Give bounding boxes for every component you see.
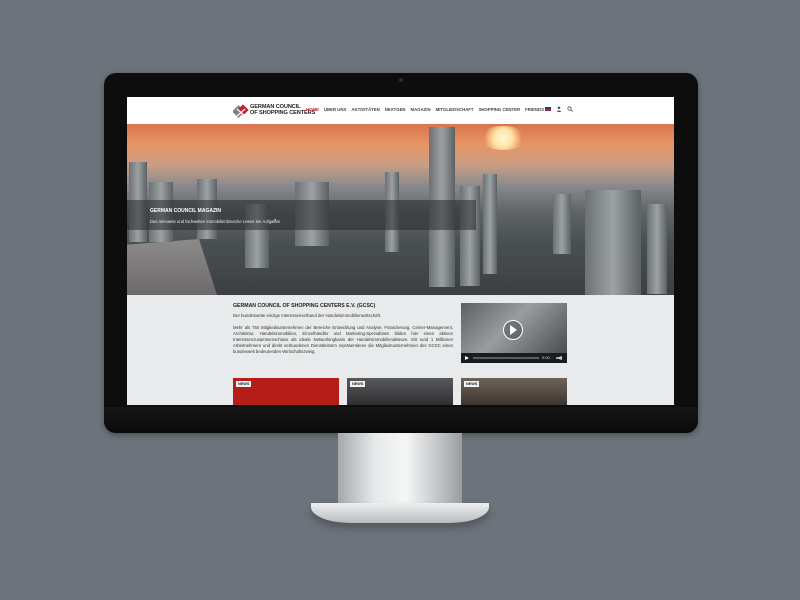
sunset-glow [479,126,527,150]
news-badge: NEWS [350,381,366,387]
river-shape [127,239,217,295]
logo-mark-icon [233,104,249,118]
site-header: GERMAN COUNCIL OF SHOPPING CENTERS HOME … [127,97,674,124]
nav-item-ueber-uns[interactable]: ÜBER UNS [324,107,346,112]
news-badge: NEWS [236,381,252,387]
monitor-stand-base [311,503,489,523]
nav-item-nextgen[interactable]: NEXTGEN [385,107,406,112]
utility-nav [545,106,573,112]
nav-item-mitgliedschaft[interactable]: MITGLIEDSCHAFT [436,107,474,112]
main-content: GERMAN COUNCIL OF SHOPPING CENTERS E.V. … [127,295,674,405]
volume-icon[interactable] [556,356,562,360]
site-logo[interactable]: GERMAN COUNCIL OF SHOPPING CENTERS [233,103,315,119]
intro-subtitle: Der bundesweite einzige Interessenverban… [233,313,382,318]
hero-title: GERMAN COUNCIL MAGAZIN [150,208,222,214]
video-controls: 0:00 [461,353,567,363]
monitor-stand-neck [338,433,462,505]
skyline-building [553,194,571,254]
screen: GERMAN COUNCIL OF SHOPPING CENTERS HOME … [127,97,674,405]
nav-item-friends[interactable]: FRIENDS [525,107,544,112]
chevron-right-icon[interactable]: › [274,217,276,224]
news-card[interactable]: NEWS [461,378,567,405]
skyline-building [483,174,497,274]
nav-item-home[interactable]: HOME [306,107,319,112]
camera-dot [399,78,403,82]
nav-item-shopping-center[interactable]: SHOPPING CENTER [479,107,521,112]
language-flag-icon[interactable] [545,107,551,111]
intro-body: Mehr als 750 Mitgliedsunternehmen der Be… [233,325,453,354]
video-player[interactable]: 0:00 [461,303,567,363]
news-card[interactable]: NEWS [233,378,339,405]
hero-subtitle: Das relevante und fachwelten Immobilienb… [150,219,281,224]
hero-banner: GERMAN COUNCIL MAGAZIN Das relevante und… [127,124,674,295]
news-card[interactable]: NEWS [347,378,453,405]
intro-title: GERMAN COUNCIL OF SHOPPING CENTERS E.V. … [233,303,376,309]
search-icon[interactable] [567,106,573,112]
hero-caption-box [127,200,476,230]
skyline-building [585,190,641,295]
main-nav: HOME ÜBER UNS AKTIVITÄTEN NEXTGEN MAGAZI… [306,107,544,112]
nav-item-aktivitaeten[interactable]: AKTIVITÄTEN [351,107,379,112]
control-play-icon[interactable] [465,356,469,360]
nav-item-magazin[interactable]: MAGAZIN [411,107,431,112]
monitor: GERMAN COUNCIL OF SHOPPING CENTERS HOME … [104,73,698,433]
monitor-chin [104,407,698,433]
user-icon[interactable] [556,106,562,112]
skyline-building [647,204,667,294]
news-badge: NEWS [464,381,480,387]
video-time: 0:00 [542,355,550,360]
play-icon[interactable] [503,320,523,340]
video-progress-bar[interactable] [473,357,539,359]
